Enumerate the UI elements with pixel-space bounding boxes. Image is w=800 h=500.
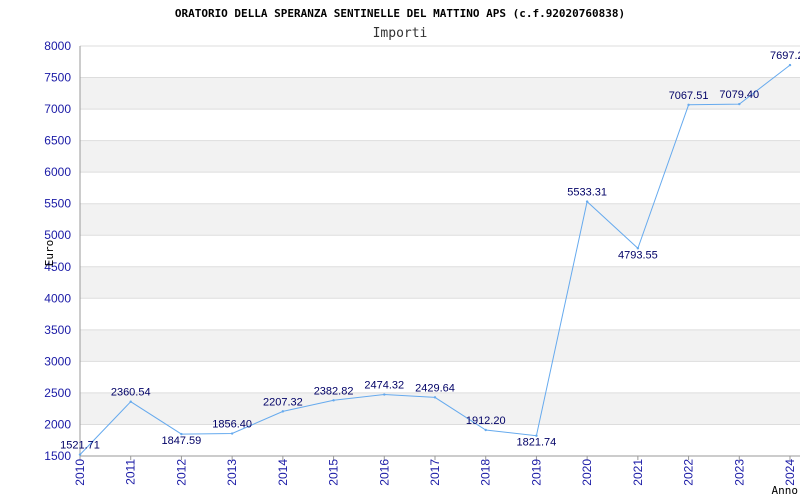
x-tick-label: 2014 (276, 459, 290, 486)
data-label: 1847.59 (162, 435, 202, 447)
data-point (230, 432, 234, 435)
grid-band (80, 140, 800, 173)
y-axis-label: Euro (43, 240, 56, 267)
x-tick-label: 2022 (682, 459, 696, 486)
y-tick-label: 3000 (44, 354, 71, 368)
x-tick-label: 2010 (73, 459, 87, 486)
data-label: 2382.82 (314, 385, 354, 397)
data-point (788, 63, 792, 67)
x-tick-labels: 2010 2011 2012 2013 2014 2015 2016 2017 2018 2019… (73, 456, 797, 486)
y-tick-label: 2000 (44, 417, 71, 431)
data-label: 2207.32 (263, 396, 303, 408)
x-tick-label: 2023 (732, 459, 746, 486)
data-point (738, 102, 741, 106)
x-tick-label: 2021 (631, 459, 645, 486)
data-point (383, 393, 386, 396)
y-tick-label: 3500 (44, 323, 71, 337)
grid-band (80, 266, 800, 299)
y-tick-label: 7500 (44, 71, 71, 85)
x-tick-label: 2013 (225, 459, 239, 486)
x-tick-label: 2016 (377, 459, 391, 486)
data-point (332, 399, 335, 402)
chart-title: ORATORIO DELLA SPERANZA SENTINELLE DEL M… (175, 7, 625, 20)
grid-band (80, 203, 800, 236)
chart-subtitle: Importi (373, 26, 428, 41)
data-label: 1521.71 (60, 440, 100, 452)
data-point (687, 103, 690, 107)
y-tick-label: 6000 (44, 165, 71, 179)
y-tick-label: 7000 (44, 102, 71, 116)
x-axis-label: Anno (772, 484, 799, 497)
data-label: 7067.51 (669, 90, 709, 102)
data-label: 1856.40 (212, 419, 252, 431)
chart-background (0, 0, 800, 500)
data-point (129, 400, 132, 403)
data-point (281, 410, 285, 413)
y-tick-label: 8000 (44, 39, 71, 53)
grid-band (80, 329, 800, 362)
x-tick-label: 2020 (580, 459, 594, 486)
data-point (78, 453, 82, 456)
data-label: 4793.55 (618, 249, 658, 261)
x-tick-label: 2017 (428, 459, 442, 486)
y-tick-label: 6500 (44, 134, 71, 148)
data-label: 1821.74 (517, 437, 557, 449)
data-label: 7079.40 (719, 89, 759, 101)
grid-band (80, 392, 800, 425)
data-label: 2474.32 (364, 380, 404, 392)
data-label: 7697.2 (770, 50, 800, 62)
x-tick-label: 2018 (479, 459, 493, 486)
data-label: 1912.20 (466, 415, 506, 427)
x-tick-label: 2012 (174, 459, 188, 486)
y-tick-label: 4000 (44, 291, 71, 305)
data-label: 2429.64 (415, 382, 455, 394)
line-chart: ORATORIO DELLA SPERANZA SENTINELLE DEL M… (0, 0, 800, 500)
x-tick-label: 2024 (783, 459, 797, 486)
data-point (484, 428, 487, 432)
y-tick-label: 5500 (44, 197, 71, 211)
data-label: 2360.54 (111, 387, 151, 399)
x-tick-label: 2015 (327, 459, 341, 486)
data-label: 5533.31 (567, 187, 607, 199)
data-point (585, 200, 589, 203)
x-tick-label: 2011 (124, 459, 138, 485)
y-tick-label: 2500 (44, 386, 71, 400)
x-tick-label: 2019 (529, 459, 543, 486)
data-point (433, 396, 437, 399)
